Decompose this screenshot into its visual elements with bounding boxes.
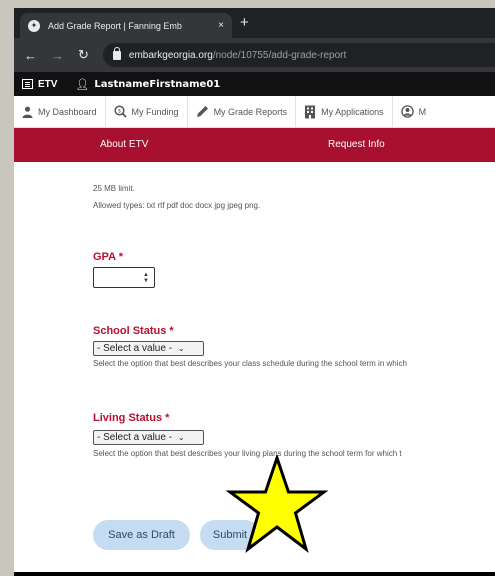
school-status-select[interactable]: - Select a value - ⌄: [93, 341, 204, 356]
reload-icon[interactable]: ↻: [78, 47, 89, 63]
upload-size-note: 25 MB limit.: [93, 184, 135, 193]
browser-address-bar: ← → ↻ embarkgeorgia.org/node/10755/add-g…: [14, 38, 495, 72]
chevron-down-icon: ⌄: [177, 433, 185, 442]
number-spinner-icon[interactable]: ▲ ▼: [143, 272, 149, 284]
url-path: /node/10755/add-grade-report: [212, 49, 347, 61]
site-main-menu: About ETV Request Info: [14, 128, 495, 162]
highlight-star-icon: [226, 455, 328, 553]
svg-text:$: $: [117, 109, 121, 115]
new-tab-icon[interactable]: +: [240, 14, 249, 31]
menu-request-info[interactable]: Request Info: [328, 139, 385, 150]
site-favicon-icon: ✦: [28, 19, 40, 32]
nav-label: My Grade Reports: [213, 106, 288, 117]
url-field[interactable]: embarkgeorgia.org/node/10755/add-grade-r…: [102, 43, 495, 67]
dashboard-nav: My Dashboard $ My Funding My Grade Repor…: [14, 96, 495, 128]
person-icon: [22, 106, 33, 118]
search-dollar-icon: $: [113, 105, 127, 118]
close-tab-icon[interactable]: ×: [218, 20, 224, 31]
living-status-label: Living Status *: [93, 412, 169, 424]
url-host: embarkgeorgia.org: [128, 49, 213, 61]
etv-menu-icon[interactable]: [22, 79, 33, 89]
browser-tab-bar: ✦ Add Grade Report | Fanning Emb × +: [14, 8, 495, 38]
required-marker: *: [118, 251, 123, 263]
school-status-value: - Select a value -: [97, 343, 173, 354]
nav-label: My Funding: [131, 106, 179, 117]
etv-home-link[interactable]: ETV: [38, 79, 57, 90]
user-icon: 👤︎: [75, 78, 90, 91]
nav-more[interactable]: M: [393, 96, 435, 127]
nav-my-funding[interactable]: $ My Funding: [106, 96, 188, 127]
school-status-help: Select the option that best describes yo…: [93, 359, 407, 368]
nav-label: My Applications: [321, 106, 384, 117]
required-marker: *: [165, 412, 170, 424]
gpa-input[interactable]: ▲ ▼: [93, 267, 155, 288]
user-name-link[interactable]: LastnameFirstname01: [94, 79, 220, 90]
required-marker: *: [169, 325, 174, 337]
upload-types-note: Allowed types: txt rtf pdf doc docx jpg …: [93, 201, 261, 210]
lock-icon: [112, 46, 121, 60]
site-top-bar: ETV 👤︎ LastnameFirstname01: [14, 72, 495, 96]
gpa-label: GPA *: [93, 251, 123, 263]
living-status-label-text: Living Status: [93, 412, 163, 424]
school-status-label-text: School Status: [93, 325, 167, 337]
user-circle-icon: [400, 105, 414, 118]
building-icon: [305, 105, 316, 118]
nav-label: M: [418, 106, 427, 117]
nav-my-applications[interactable]: My Applications: [296, 96, 393, 127]
gpa-label-text: GPA: [93, 251, 116, 263]
menu-about-etv[interactable]: About ETV: [100, 139, 148, 150]
tab-title: Add Grade Report | Fanning Emb: [48, 20, 182, 31]
back-icon[interactable]: ←: [24, 48, 37, 63]
save-as-draft-button[interactable]: Save as Draft: [93, 520, 190, 550]
school-status-label: School Status *: [93, 325, 174, 337]
pencil-icon: [196, 106, 208, 117]
living-status-value: - Select a value -: [97, 432, 173, 443]
chevron-down-icon: ⌄: [177, 344, 185, 353]
forward-icon[interactable]: →: [51, 48, 64, 63]
browser-tab[interactable]: ✦ Add Grade Report | Fanning Emb ×: [20, 13, 232, 38]
nav-my-dashboard[interactable]: My Dashboard: [14, 96, 106, 127]
nav-label: My Dashboard: [38, 106, 97, 117]
nav-my-grade-reports[interactable]: My Grade Reports: [188, 96, 297, 127]
living-status-select[interactable]: - Select a value - ⌄: [93, 430, 204, 445]
